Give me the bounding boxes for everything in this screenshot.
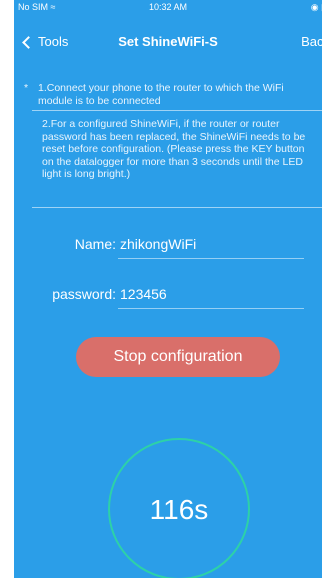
password-field-underline xyxy=(118,308,304,309)
instruction-2: 2.For a configured ShineWiFi, if the rou… xyxy=(42,118,314,181)
name-label: Name: xyxy=(74,236,116,252)
nav-back-text-button[interactable]: Back xyxy=(301,34,322,49)
password-field[interactable]: 123456 xyxy=(120,286,167,302)
stop-configuration-button[interactable]: Stop configuration xyxy=(76,337,280,377)
bullet-star: * xyxy=(24,82,29,94)
name-field[interactable]: zhikongWiFi xyxy=(120,236,196,252)
navigation-bar: Tools Set ShineWiFi-S Back xyxy=(14,20,322,62)
page-title: Set ShineWiFi-S xyxy=(118,34,218,49)
instruction-1-text: 1.Connect your phone to the router to wh… xyxy=(38,82,284,107)
divider xyxy=(32,207,322,208)
divider xyxy=(32,110,322,111)
battery-icon: ◉ ▮ xyxy=(310,2,322,12)
instruction-1: * 1.Connect your phone to the router to … xyxy=(24,82,310,107)
instruction-2-text: 2.For a configured ShineWiFi, if the rou… xyxy=(42,118,306,180)
app-screen: No SIM ≈ 10:32 AM ◉ ▮ Tools Set ShineWiF… xyxy=(14,0,322,578)
status-bar: No SIM ≈ 10:32 AM ◉ ▮ xyxy=(14,0,322,20)
password-label: password: xyxy=(52,286,116,302)
status-time: 10:32 AM xyxy=(148,2,188,12)
name-field-underline xyxy=(118,258,304,259)
countdown-timer: 116s xyxy=(149,494,209,525)
